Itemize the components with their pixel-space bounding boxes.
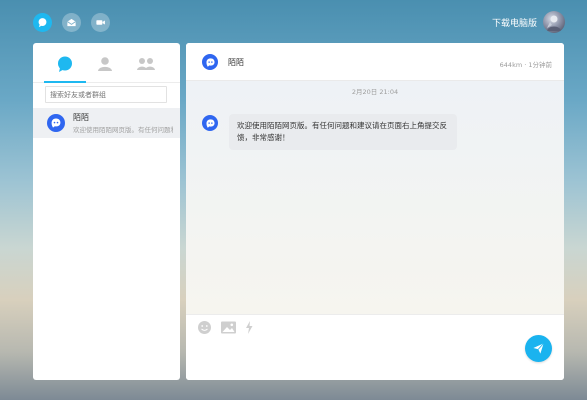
message-input-area[interactable] [186,314,564,380]
avatar[interactable] [202,54,218,70]
user-avatar[interactable] [543,11,565,33]
top-bar: 下载电脑版 [0,0,587,44]
conversation-list-panel: 陌陌 欢迎使用陌陌网页版。有任何问题和建议请在页面右上角提交反馈，非常感谢！ [33,43,180,380]
person-icon [98,57,112,71]
search-input[interactable] [45,86,167,103]
tab-contacts[interactable] [94,53,116,75]
tab-groups[interactable] [135,53,157,75]
momo-logo-icon [205,118,215,128]
avatar[interactable] [202,115,218,131]
left-tab-bar [33,43,180,83]
distance-time-meta: 644km · 1分钟前 [499,61,552,69]
image-icon[interactable] [220,320,237,335]
momo-logo-icon [205,57,215,67]
message-timestamp: 2月20日 21:04 [351,88,399,96]
download-desktop-link[interactable]: 下载电脑版 [492,16,537,29]
conversation-item[interactable]: 陌陌 欢迎使用陌陌网页版。有任何问题和建议请在页面右上角提交反馈，非常感谢！ [33,108,180,138]
chat-title: 陌陌 [228,58,244,67]
avatar [47,114,65,132]
chat-bubble-icon [58,56,72,72]
tab-conversations[interactable] [54,53,76,75]
group-icon [137,58,155,70]
lightning-icon[interactable] [244,320,254,335]
mail-icon[interactable] [62,13,81,32]
video-camera-icon[interactable] [91,13,110,32]
send-button[interactable] [525,335,552,362]
send-icon [533,343,544,354]
message-bubble: 欢迎使用陌陌网页版。有任何问题和建议请在页面右上角提交反馈，非常感谢！ [229,114,457,150]
chat-panel: 陌陌 644km · 1分钟前 2月20日 21:04 欢迎使用陌陌网页版。有任… [186,43,564,380]
message-area: 2月20日 21:04 欢迎使用陌陌网页版。有任何问题和建议请在页面右上角提交反… [186,81,564,314]
conversation-preview: 欢迎使用陌陌网页版。有任何问题和建议请在页面右上角提交反馈，非常感谢！ [73,126,173,134]
active-tab-indicator [44,81,86,83]
chat-bubble-icon[interactable] [33,13,52,32]
conversation-name: 陌陌 [73,113,89,122]
chat-header: 陌陌 644km · 1分钟前 [186,43,564,81]
emoji-icon[interactable] [197,320,212,335]
momo-logo-icon [51,118,61,128]
